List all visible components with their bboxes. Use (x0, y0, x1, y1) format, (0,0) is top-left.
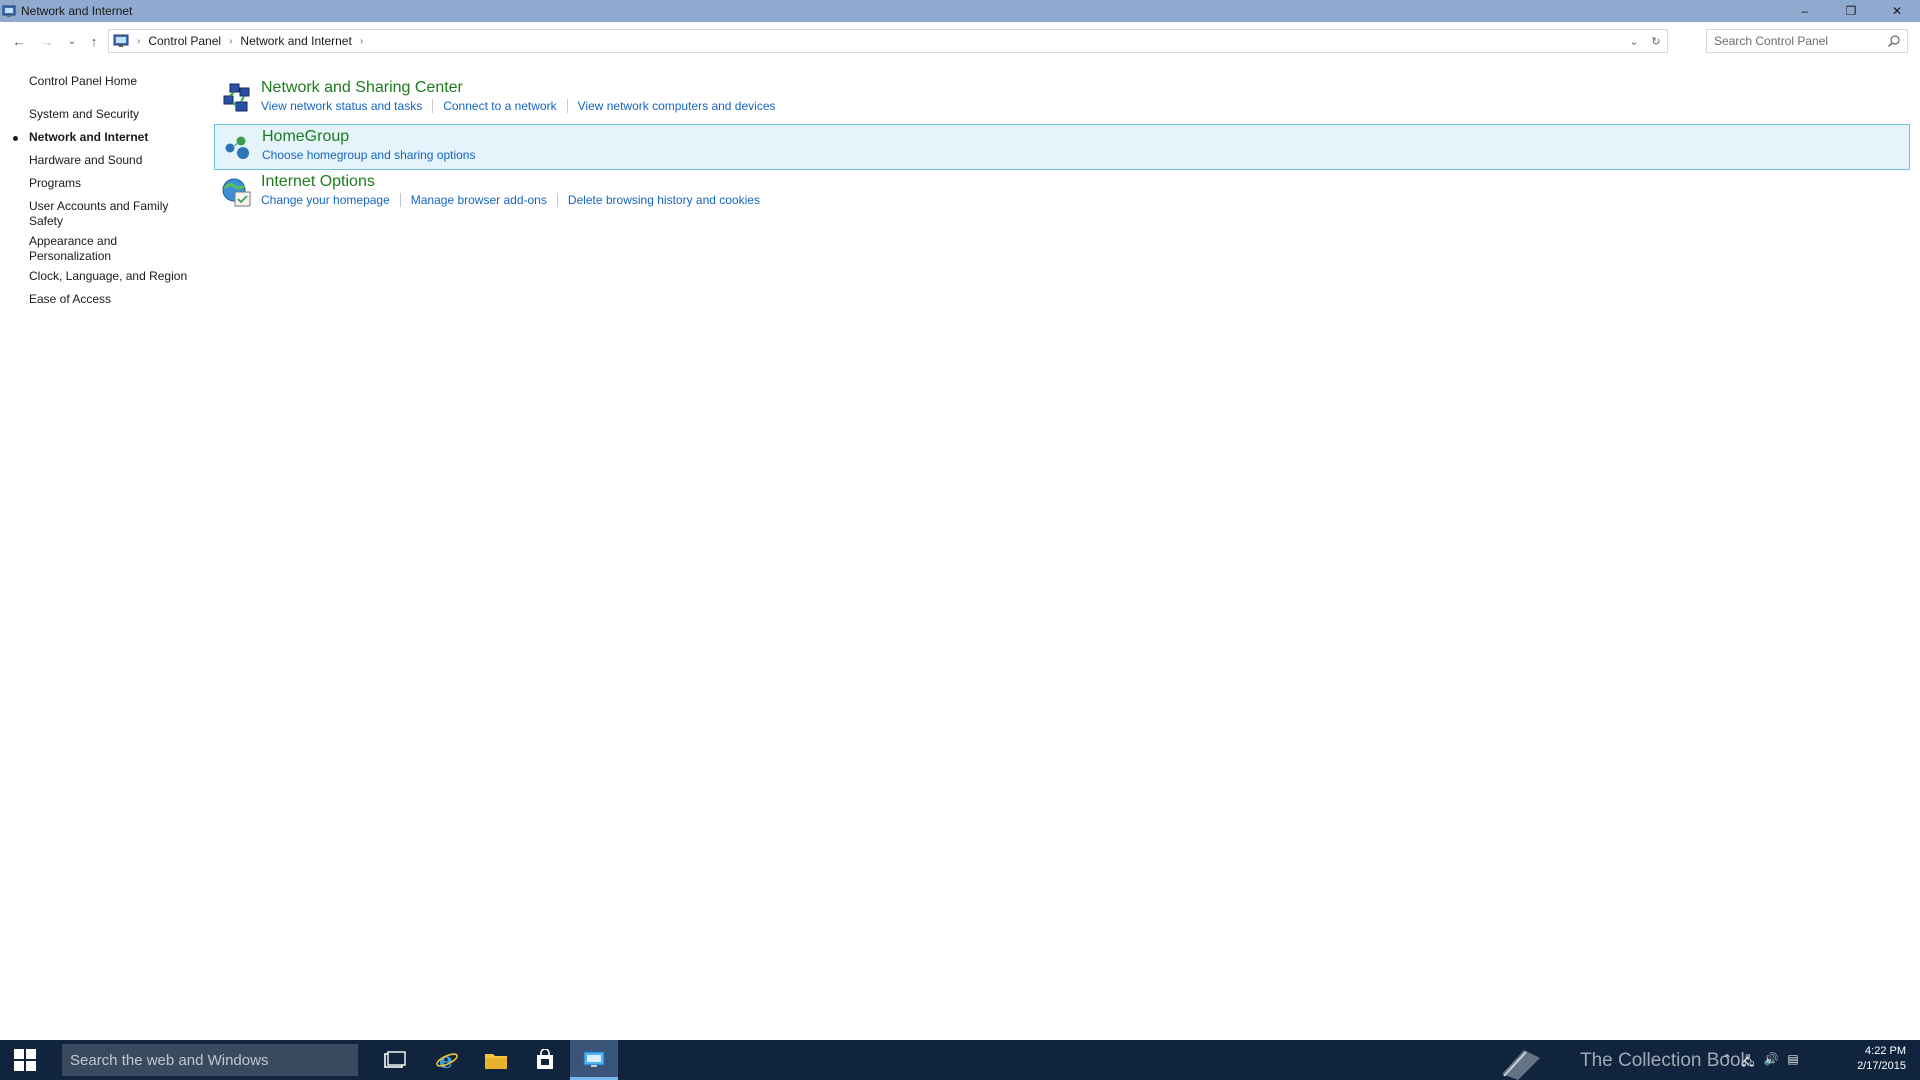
current-page-bullet (13, 136, 18, 141)
windows-logo-icon (14, 1049, 36, 1071)
taskbar: Search the web and Windows e The Collect… (0, 1040, 1920, 1080)
book-watermark-icon (1502, 1050, 1540, 1080)
breadcrumb-network-and-internet[interactable]: Network and Internet (240, 34, 351, 48)
category-network-and-sharing-center: Network and Sharing Center View network … (214, 76, 1910, 122)
clock[interactable]: 4:22 PM 2/17/2015 (1857, 1044, 1906, 1074)
control-panel-taskbar-icon (583, 1051, 605, 1067)
link-divider (556, 193, 558, 207)
network-and-sharing-center-links: View network status and tasks Connect to… (261, 99, 776, 113)
choose-homegroup-sharing-link[interactable]: Choose homegroup and sharing options (262, 148, 475, 162)
file-explorer-button[interactable] (472, 1040, 520, 1080)
window-controls: – ❐ ✕ (1782, 0, 1920, 22)
view-network-computers-link[interactable]: View network computers and devices (578, 99, 776, 113)
category-homegroup[interactable]: HomeGroup Choose homegroup and sharing o… (214, 124, 1910, 170)
control-panel-location-icon (113, 34, 129, 47)
network-sharing-icon (223, 83, 250, 112)
internet-explorer-button[interactable]: e (423, 1040, 471, 1080)
clock-date: 2/17/2015 (1857, 1060, 1906, 1072)
sidebar-item-appearance[interactable]: Appearance and Personalization (29, 234, 139, 264)
internet-options-links: Change your homepage Manage browser add-… (261, 193, 760, 207)
homegroup-icon (225, 136, 249, 159)
search-placeholder: Search Control Panel (1714, 34, 1829, 48)
control-panel-home-link[interactable]: Control Panel Home (29, 74, 194, 89)
address-dropdown-icon[interactable]: ⌄ (1623, 35, 1645, 48)
control-panel-icon (2, 5, 16, 17)
address-actions: ⌄ ↻ (1623, 30, 1667, 52)
search-icon[interactable] (1887, 34, 1901, 48)
sidebar-item-network-and-internet[interactable]: Network and Internet (29, 130, 194, 145)
clock-time: 4:22 PM (1865, 1045, 1906, 1057)
sidebar-item-hardware-and-sound[interactable]: Hardware and Sound (29, 153, 194, 168)
back-button[interactable]: ← (8, 30, 30, 52)
sidebar-item-user-accounts[interactable]: User Accounts and Family Safety (29, 199, 179, 229)
up-button[interactable]: ↑ (83, 30, 105, 52)
sidebar-item-clock-language-region[interactable]: Clock, Language, and Region (29, 269, 194, 284)
sidebar-item-ease-of-access[interactable]: Ease of Access (29, 292, 194, 307)
taskbar-search-box[interactable]: Search the web and Windows (62, 1044, 358, 1076)
homegroup-title[interactable]: HomeGroup (262, 128, 349, 146)
control-panel-taskbar-button[interactable] (570, 1040, 618, 1080)
sidebar-item-programs[interactable]: Programs (29, 176, 194, 191)
task-view-button[interactable] (371, 1040, 419, 1080)
view-network-status-link[interactable]: View network status and tasks (261, 99, 422, 113)
close-button[interactable]: ✕ (1874, 0, 1920, 22)
internet-options-title[interactable]: Internet Options (261, 173, 375, 191)
breadcrumb-separator: › (137, 35, 141, 47)
navigation-bar: ← → ⌄ ↑ › Control Panel › Network and In… (0, 22, 1920, 60)
breadcrumb-control-panel[interactable]: Control Panel (148, 34, 221, 48)
store-button[interactable] (521, 1040, 569, 1080)
file-explorer-icon (485, 1054, 507, 1069)
recent-locations-button[interactable]: ⌄ (61, 30, 83, 52)
title-bar: Network and Internet – ❐ ✕ (0, 0, 1920, 22)
forward-button[interactable]: → (36, 30, 58, 52)
homegroup-links: Choose homegroup and sharing options (262, 148, 475, 162)
link-divider (566, 99, 568, 113)
system-tray: The Collection Book ⌃ 🖧 🔊 ▤ 4:22 PM 2/17… (1496, 1044, 1906, 1080)
network-and-sharing-center-title[interactable]: Network and Sharing Center (261, 79, 463, 97)
tray-icons: ⌃ 🖧 🔊 ▤ (1722, 1052, 1799, 1073)
breadcrumb-separator[interactable]: › (229, 36, 232, 47)
task-view-icon (384, 1051, 406, 1068)
volume-icon[interactable]: 🔊 (1763, 1052, 1778, 1073)
change-homepage-link[interactable]: Change your homepage (261, 193, 390, 207)
start-button[interactable] (0, 1040, 50, 1080)
delete-browsing-history-link[interactable]: Delete browsing history and cookies (568, 193, 760, 207)
restore-button[interactable]: ❐ (1828, 0, 1874, 22)
show-hidden-icons-icon[interactable]: ⌃ (1722, 1052, 1732, 1073)
link-divider (399, 193, 401, 207)
connect-to-network-link[interactable]: Connect to a network (443, 99, 556, 113)
store-icon (537, 1049, 553, 1069)
manage-browser-addons-link[interactable]: Manage browser add-ons (411, 193, 547, 207)
svg-text:e: e (439, 1048, 453, 1072)
minimize-button[interactable]: – (1782, 0, 1828, 22)
internet-options-icon (222, 178, 251, 207)
window-title: Network and Internet (21, 4, 133, 18)
internet-explorer-icon: e (436, 1048, 458, 1072)
network-icon[interactable]: 🖧 (1741, 1052, 1754, 1073)
sidebar-item-system-and-security[interactable]: System and Security (29, 107, 194, 122)
link-divider (432, 99, 434, 113)
address-bar[interactable]: › Control Panel › Network and Internet ›… (108, 29, 1668, 53)
breadcrumb-separator[interactable]: › (360, 36, 363, 47)
refresh-icon[interactable]: ↻ (1645, 35, 1667, 48)
category-internet-options: Internet Options Change your homepage Ma… (214, 170, 1910, 216)
action-center-icon[interactable]: ▤ (1787, 1052, 1798, 1073)
search-input[interactable]: Search Control Panel (1706, 29, 1908, 53)
